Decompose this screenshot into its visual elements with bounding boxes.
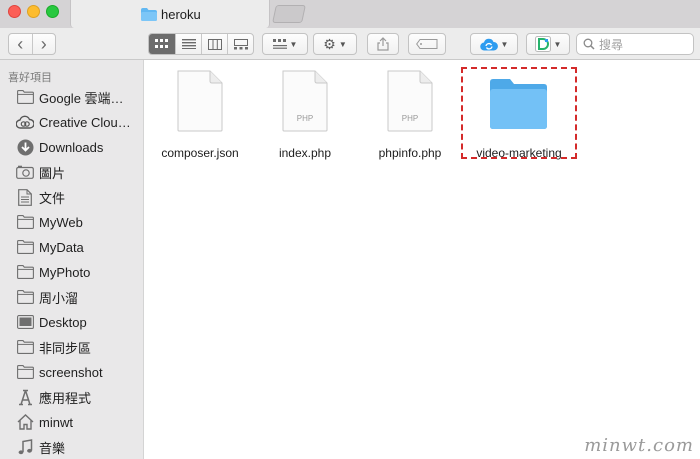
sidebar-item-label: 文件 xyxy=(39,190,66,206)
chevron-down-icon: ▼ xyxy=(553,39,562,49)
cloud-sync-icon xyxy=(479,38,498,51)
dropzone-button[interactable]: ▼ xyxy=(526,33,570,55)
folder-icon xyxy=(16,363,34,381)
file-name: index.php xyxy=(278,146,332,160)
sidebar-item-label: Downloads xyxy=(39,139,104,155)
watermark: minwt.com xyxy=(584,435,694,456)
share-icon xyxy=(377,37,389,51)
sidebar-item-applications[interactable]: 應用程式 xyxy=(0,385,144,409)
cloud-sync-button[interactable]: ▼ xyxy=(470,33,518,55)
tag-icon xyxy=(416,39,438,49)
sidebar-item-label: 周小溜 xyxy=(39,290,79,306)
applications-icon xyxy=(16,388,34,406)
grid-icon xyxy=(155,39,168,48)
forward-button[interactable]: › xyxy=(33,34,56,54)
arrange-grid-icon xyxy=(272,39,287,49)
sidebar-item-label: Google 雲端… xyxy=(39,90,124,106)
sidebar-item-label: minwt xyxy=(39,414,73,430)
document-icon xyxy=(16,188,34,206)
file-name: phpinfo.php xyxy=(378,146,442,160)
sidebar-item-pictures[interactable]: 圖片 xyxy=(0,160,144,184)
sidebar-item-label: screenshot xyxy=(39,364,103,380)
search-placeholder: 搜尋 xyxy=(599,37,624,52)
file-browser-content: composer.json PHP index.php PHP phpinfo.… xyxy=(145,60,700,459)
new-tab-button[interactable] xyxy=(272,5,306,23)
sidebar-item-async-zone[interactable]: 非同步區 xyxy=(0,335,144,359)
sidebar-item-label: MyWeb xyxy=(39,214,83,230)
folder-icon xyxy=(16,213,34,231)
sidebar-item-zhou-xiao-liu[interactable]: 周小溜 xyxy=(0,285,144,309)
arrange-button[interactable]: ▼ xyxy=(262,33,308,55)
gallery-view-button[interactable] xyxy=(228,34,253,54)
folder-icon xyxy=(16,263,34,281)
sidebar-item-myphoto[interactable]: MyPhoto xyxy=(0,260,144,284)
action-button[interactable]: ⚙ ▼ xyxy=(313,33,357,55)
tab-title: heroku xyxy=(161,7,201,22)
toolbar: ‹ › ▼ ⚙ ▼ ▼ ▼ 搜尋 xyxy=(0,28,700,60)
chevron-down-icon: ▼ xyxy=(500,39,509,49)
file-name: composer.json xyxy=(161,146,239,160)
close-window-button[interactable] xyxy=(8,5,21,18)
highlight-box xyxy=(461,67,577,159)
sidebar-item-mydata[interactable]: MyData xyxy=(0,235,144,259)
sidebar-item-myweb[interactable]: MyWeb xyxy=(0,210,144,234)
sidebar-item-minwt[interactable]: minwt xyxy=(0,410,144,434)
view-mode-segment xyxy=(148,33,254,55)
column-view-button[interactable] xyxy=(202,34,228,54)
music-icon xyxy=(16,438,34,456)
columns-icon xyxy=(207,38,222,50)
zoom-window-button[interactable] xyxy=(46,5,59,18)
sidebar-item-label: 音樂 xyxy=(39,440,66,456)
dropzone-app-icon xyxy=(534,36,551,52)
sidebar-item-desktop[interactable]: Desktop xyxy=(0,310,144,334)
tag-button[interactable] xyxy=(408,33,446,55)
sidebar-item-music[interactable]: 音樂 xyxy=(0,435,144,459)
folder-icon xyxy=(16,88,34,106)
sidebar-item-google-drive[interactable]: Google 雲端… xyxy=(0,85,144,109)
folder-icon xyxy=(16,338,34,356)
file-item[interactable]: composer.json xyxy=(145,68,255,168)
share-button[interactable] xyxy=(367,33,399,55)
home-icon xyxy=(16,413,34,431)
search-icon xyxy=(583,38,595,50)
folder-icon xyxy=(16,288,34,306)
list-view-button[interactable] xyxy=(176,34,202,54)
minimize-window-button[interactable] xyxy=(27,5,40,18)
folder-icon xyxy=(16,238,34,256)
document-icon xyxy=(177,70,223,132)
sidebar-item-label: 圖片 xyxy=(39,165,66,181)
sidebar-item-screenshot[interactable]: screenshot xyxy=(0,360,144,384)
icon-view-button[interactable] xyxy=(149,34,176,54)
camera-icon xyxy=(16,163,34,181)
sidebar-item-label: MyData xyxy=(39,239,84,255)
search-field[interactable]: 搜尋 xyxy=(576,33,694,55)
file-item[interactable]: PHP index.php xyxy=(250,68,360,168)
desktop-icon xyxy=(16,313,34,331)
sidebar-item-creative-cloud[interactable]: Creative Clou… xyxy=(0,110,144,134)
sidebar-item-label: 應用程式 xyxy=(39,390,92,406)
tab-heroku[interactable]: heroku xyxy=(70,0,270,28)
back-button[interactable]: ‹ xyxy=(9,34,33,54)
file-item[interactable]: PHP phpinfo.php xyxy=(355,68,465,168)
chevron-down-icon: ▼ xyxy=(289,39,298,49)
creative-cloud-icon xyxy=(16,113,34,131)
chevron-down-icon: ▼ xyxy=(338,39,347,49)
folder-icon xyxy=(141,8,157,21)
sidebar-item-label: Desktop xyxy=(39,314,87,330)
file-type-badge: PHP xyxy=(401,114,419,123)
sidebar: 喜好項目 Google 雲端… Creative Clou… Downloads… xyxy=(0,60,144,459)
file-type-badge: PHP xyxy=(296,114,314,123)
gear-icon: ⚙ xyxy=(323,35,336,52)
sidebar-item-label: 非同步區 xyxy=(39,340,92,356)
back-forward-buttons: ‹ › xyxy=(8,33,56,55)
sidebar-header-favorites: 喜好項目 xyxy=(8,72,52,84)
sidebar-item-documents[interactable]: 文件 xyxy=(0,185,144,209)
title-bar: heroku xyxy=(0,0,700,28)
download-icon xyxy=(16,138,34,156)
sidebar-item-downloads[interactable]: Downloads xyxy=(0,135,144,159)
sidebar-item-label: Creative Clou… xyxy=(39,114,131,130)
list-icon xyxy=(181,39,196,49)
sidebar-item-label: MyPhoto xyxy=(39,264,91,280)
gallery-icon xyxy=(233,38,248,49)
